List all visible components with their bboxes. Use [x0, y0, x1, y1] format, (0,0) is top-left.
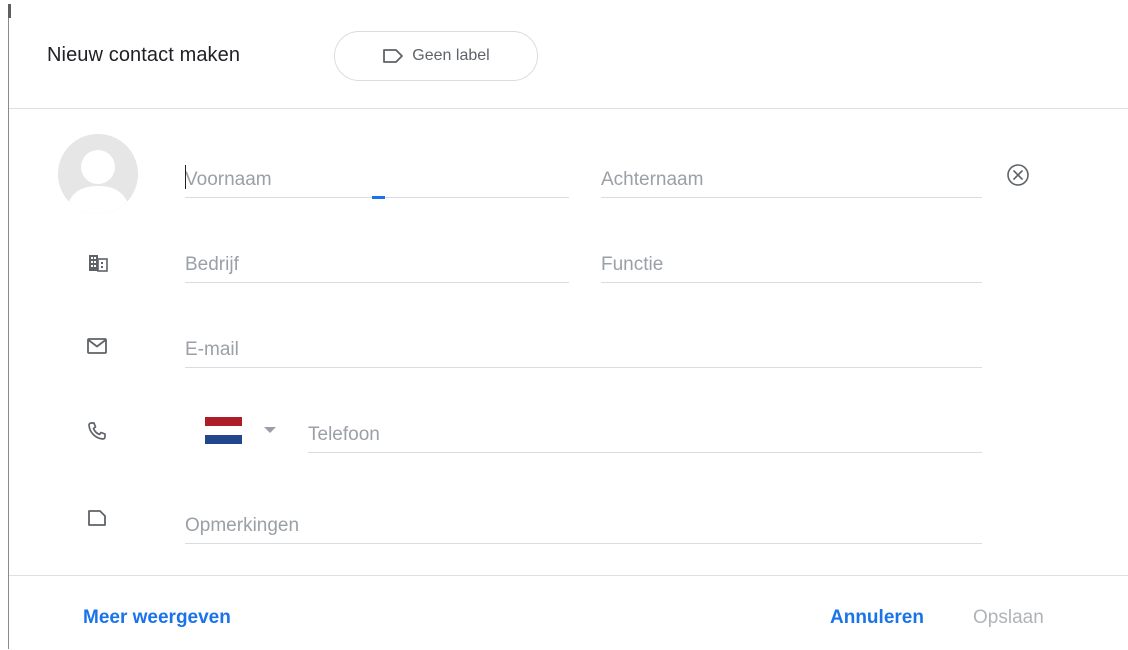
company-field[interactable] — [185, 221, 569, 283]
notes-input[interactable] — [185, 515, 982, 537]
label-chip-button[interactable]: Geen label — [334, 31, 538, 81]
job-title-field[interactable] — [601, 221, 982, 283]
label-chip-text: Geen label — [412, 47, 490, 64]
country-selector[interactable] — [205, 414, 285, 446]
cancel-button[interactable]: Annuleren — [830, 607, 924, 629]
label-outline-icon — [382, 48, 404, 64]
avatar[interactable] — [58, 134, 138, 214]
dialog-title: Nieuw contact maken — [47, 44, 241, 66]
company-input[interactable] — [185, 254, 569, 276]
phone-input[interactable] — [308, 424, 982, 446]
save-button[interactable]: Opslaan — [973, 607, 1044, 629]
last-name-input[interactable] — [601, 169, 982, 191]
email-input[interactable] — [185, 339, 982, 361]
focus-indicator — [372, 196, 385, 199]
mail-icon — [85, 334, 109, 358]
triangle-down-icon — [264, 426, 276, 433]
phone-icon — [85, 419, 109, 443]
text-caret — [185, 165, 186, 189]
notes-field[interactable] — [185, 482, 982, 544]
first-name-input[interactable] — [185, 169, 569, 191]
email-field[interactable] — [185, 306, 982, 368]
dialog-header: Nieuw contact maken Geen label — [9, 0, 1128, 109]
first-name-field[interactable] — [185, 136, 569, 199]
new-contact-dialog: Nieuw contact maken Geen label Voornaam … — [9, 0, 1128, 649]
last-name-field[interactable] — [601, 136, 982, 198]
building-icon — [86, 251, 110, 275]
phone-field[interactable] — [308, 391, 982, 453]
show-more-button[interactable]: Meer weergeven — [83, 607, 231, 629]
job-title-input[interactable] — [601, 254, 982, 276]
clear-circle-icon — [1007, 164, 1029, 186]
netherlands-flag-icon — [205, 416, 242, 444]
person-avatar-icon — [58, 134, 138, 214]
clear-name-button[interactable] — [1005, 162, 1031, 188]
dialog-footer: Meer weergeven Annuleren Opslaan — [9, 575, 1128, 650]
note-icon — [85, 506, 109, 530]
